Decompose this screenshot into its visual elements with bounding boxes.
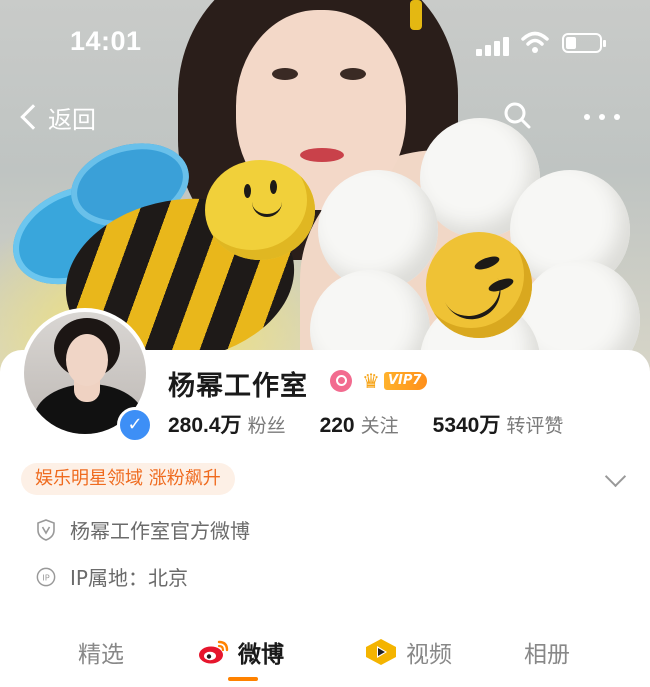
portrait-headband [410, 0, 422, 30]
video-icon [366, 639, 396, 665]
stat-following[interactable]: 220 关注 [320, 411, 399, 438]
tab-label: 微博 [238, 642, 284, 668]
portrait-eye-left [272, 68, 298, 80]
verification-text: 杨幂工作室官方微博 [70, 519, 250, 543]
profile-tabs: 精选 微博 视频 相册 [0, 632, 650, 672]
portrait-lips [300, 148, 344, 162]
stat-value: 280.4万 [168, 414, 242, 437]
female-icon [330, 370, 352, 392]
chevron-left-icon [20, 104, 46, 130]
tab-album[interactable]: 相册 [524, 632, 570, 672]
profile-name: 杨幂工作室 [168, 371, 308, 402]
trending-tag[interactable]: 娱乐明星领域 涨粉飙升 [21, 463, 235, 495]
tab-weibo[interactable]: 微博 [198, 632, 284, 672]
battery-icon [562, 33, 606, 53]
verified-badge-icon: ✓ [117, 407, 153, 443]
cellular-signal-icon [476, 34, 514, 56]
tab-label: 视频 [406, 642, 452, 668]
ip-location-text: IP属地：北京 [70, 566, 188, 590]
profile-stats: 280.4万 粉丝 220 关注 5340万 转评赞 [168, 409, 563, 439]
stat-followers[interactable]: 280.4万 粉丝 [168, 409, 286, 439]
portrait-eye-right [340, 68, 366, 80]
vip-label: VIP7 [384, 372, 428, 390]
stat-value: 220 [319, 414, 355, 437]
ip-location-info: IP IP属地：北京 [36, 562, 188, 591]
stat-interactions[interactable]: 5340万 转评赞 [433, 409, 564, 439]
active-tab-indicator [228, 677, 258, 681]
more-options-icon[interactable] [584, 114, 620, 122]
stat-label: 转评赞 [506, 415, 564, 437]
bee-eye-left [244, 184, 251, 198]
stat-label: 关注 [360, 415, 399, 437]
vip-badge[interactable]: ♛ VIP7 [362, 369, 428, 393]
tab-label: 精选 [78, 642, 124, 668]
back-label: 返回 [48, 105, 96, 134]
stat-value: 5340万 [432, 414, 501, 437]
svg-text:IP: IP [42, 572, 49, 582]
weibo-icon [199, 640, 229, 664]
crown-icon: ♛ [362, 369, 380, 393]
back-button[interactable]: 返回 [18, 100, 96, 134]
tab-label: 相册 [524, 642, 570, 668]
ip-icon: IP [36, 567, 56, 586]
verification-info: 杨幂工作室官方微博 [36, 515, 250, 544]
tab-video[interactable]: 视频 [364, 632, 452, 672]
shield-v-icon [37, 518, 55, 541]
status-time: 14:01 [70, 26, 142, 56]
tab-featured[interactable]: 精选 [78, 632, 124, 672]
wifi-icon [521, 31, 549, 53]
bee-eye-right [270, 180, 277, 194]
search-icon[interactable] [503, 101, 531, 129]
stat-label: 粉丝 [247, 415, 286, 437]
